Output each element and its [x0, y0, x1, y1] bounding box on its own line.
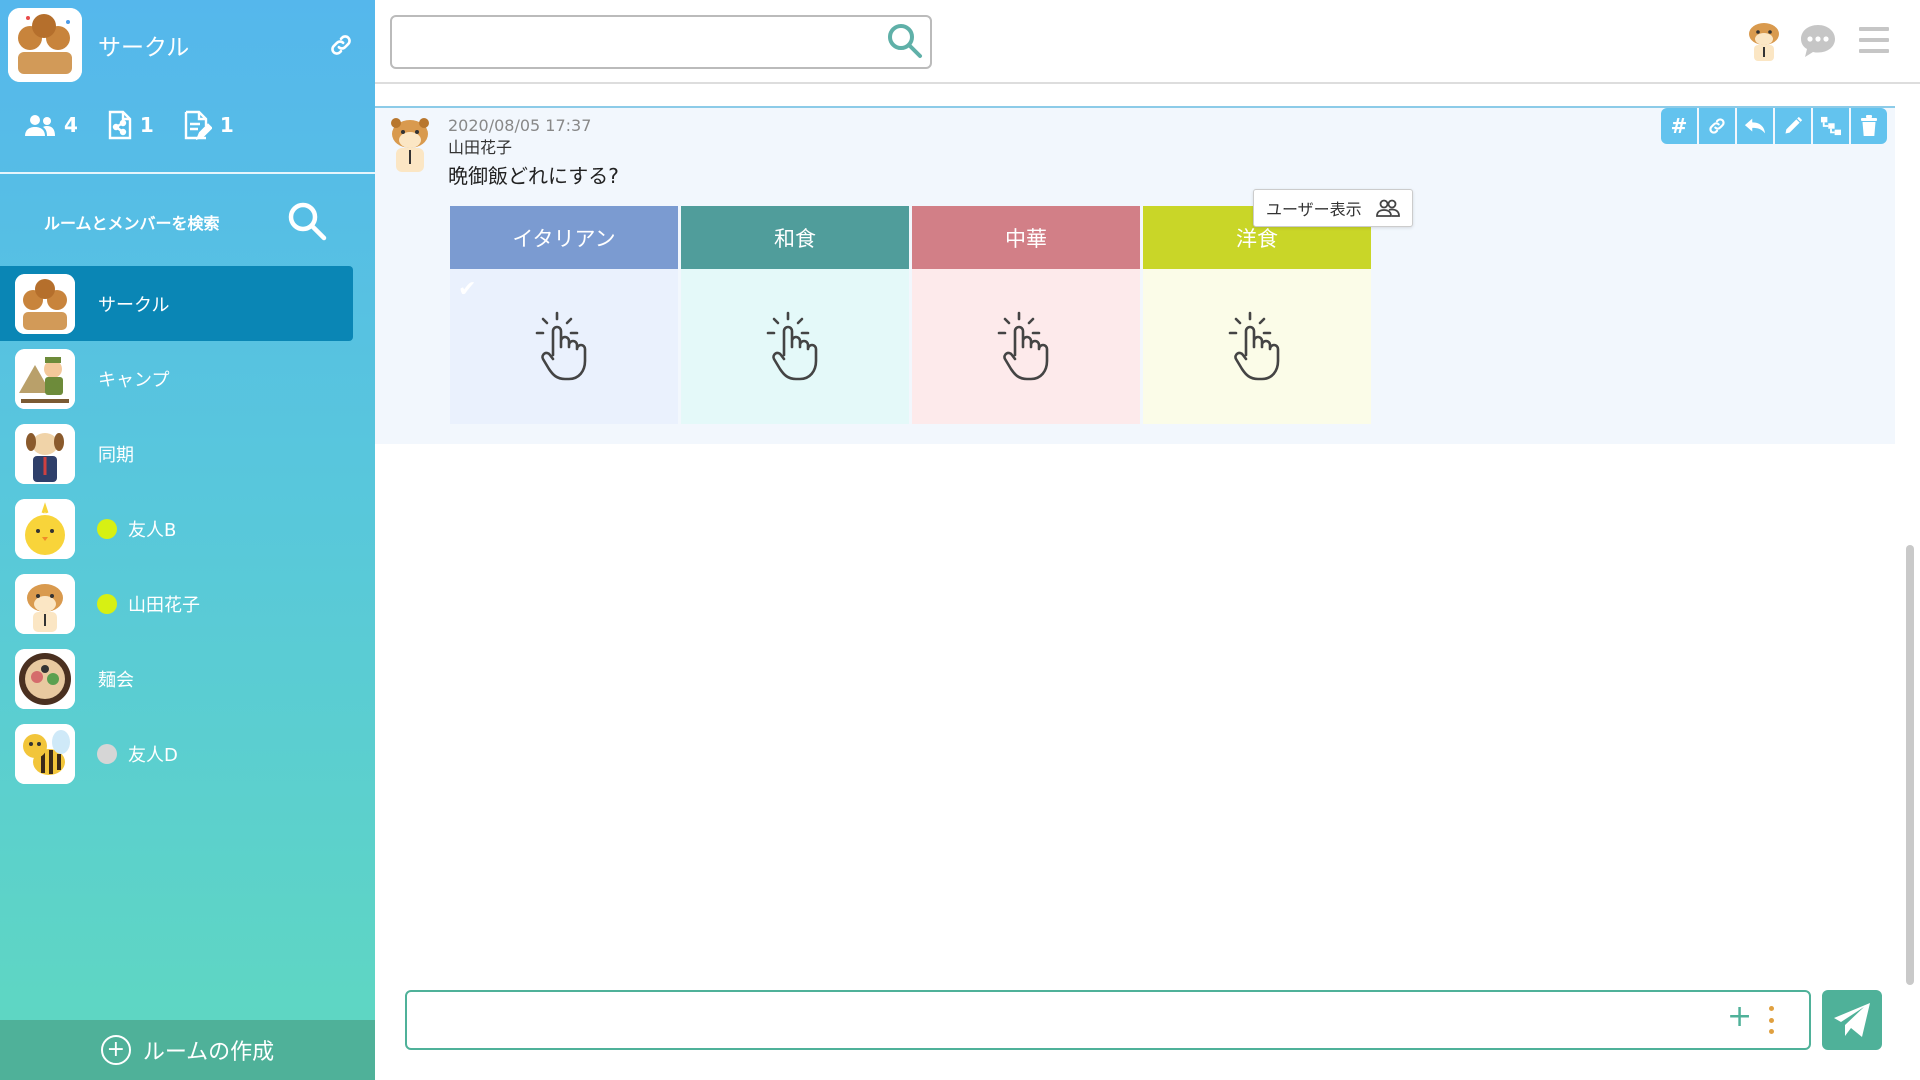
- create-room-button[interactable]: + ルームの作成: [0, 1020, 375, 1080]
- chat-bubble-icon[interactable]: [1799, 22, 1837, 60]
- menu-icon[interactable]: [1859, 26, 1889, 54]
- room-stats: 4 1 1: [24, 110, 234, 140]
- room-list: サークル キャンプ 同期 友人B 山田花子 麺会 友人D: [0, 266, 375, 791]
- check-icon: ✔: [458, 277, 477, 302]
- poll-option-label: イタリアン: [450, 206, 678, 269]
- users-icon: [1375, 199, 1400, 217]
- tap-hand-icon: [1228, 311, 1280, 380]
- room-item-friend-d[interactable]: 友人D: [0, 716, 375, 791]
- show-users-tooltip[interactable]: ユーザー表示: [1253, 189, 1413, 227]
- note-edit-icon: [184, 110, 212, 140]
- message-actions: #: [1661, 108, 1887, 144]
- room-title: サークル: [98, 35, 190, 61]
- create-room-label: ルームの作成: [142, 1040, 275, 1065]
- room-item-circle[interactable]: サークル: [0, 266, 353, 341]
- poll-option-italian[interactable]: イタリアン ✔: [450, 206, 678, 424]
- room-item-friend-b[interactable]: 友人B: [0, 491, 375, 566]
- room-label: 友人D: [128, 744, 178, 766]
- search-input[interactable]: [392, 17, 876, 63]
- status-dot: [97, 518, 117, 539]
- room-label: サークル: [98, 294, 170, 316]
- message-author[interactable]: 山田花子: [448, 134, 512, 158]
- search-label: ルームとメンバーを検索: [44, 214, 220, 233]
- room-label: 山田花子: [128, 594, 200, 616]
- room-item-doki[interactable]: 同期: [0, 416, 375, 491]
- members-stat[interactable]: 4: [24, 113, 78, 137]
- hash-icon[interactable]: #: [1661, 108, 1697, 144]
- message-input[interactable]: [407, 992, 1735, 1044]
- trash-icon[interactable]: [1851, 108, 1887, 144]
- tooltip-label: ユーザー表示: [1266, 200, 1362, 219]
- files-count: 1: [139, 113, 154, 137]
- room-label: キャンプ: [98, 369, 170, 391]
- status-dot: [97, 593, 117, 614]
- thread-icon[interactable]: [1813, 108, 1849, 144]
- poll-option-body[interactable]: [912, 269, 1140, 424]
- poll-option-washoku[interactable]: 和食: [681, 206, 909, 424]
- members-icon: [25, 115, 55, 136]
- dog-avatar: [15, 424, 75, 484]
- room-logo[interactable]: [8, 8, 82, 82]
- status-dot: [97, 743, 117, 764]
- send-button[interactable]: [1822, 990, 1882, 1050]
- sidebar-header: サークル 4 1 1: [0, 0, 375, 174]
- files-stat[interactable]: 1: [108, 110, 154, 140]
- paper-plane-icon: [1834, 1003, 1870, 1037]
- file-share-icon: [108, 110, 132, 140]
- tap-hand-icon: [766, 311, 818, 380]
- camp-avatar: [15, 349, 75, 409]
- notes-stat[interactable]: 1: [184, 110, 234, 140]
- reply-icon[interactable]: [1737, 108, 1773, 144]
- notes-count: 1: [219, 113, 234, 137]
- search-icon[interactable]: [886, 22, 924, 60]
- chick-avatar: [15, 499, 75, 559]
- user-avatar[interactable]: [1742, 18, 1786, 62]
- tap-hand-icon: [535, 311, 587, 380]
- plus-circle-icon: +: [100, 1035, 131, 1065]
- circle-avatar: [15, 274, 75, 334]
- room-label: 麺会: [98, 669, 134, 691]
- link-icon[interactable]: [1699, 108, 1735, 144]
- edit-icon[interactable]: [1775, 108, 1811, 144]
- poll-option-label: 和食: [681, 206, 909, 269]
- message-search[interactable]: [390, 15, 932, 69]
- room-item-menkai[interactable]: 麺会: [0, 641, 375, 716]
- room-label: 友人B: [128, 519, 177, 541]
- bee-avatar: [15, 724, 75, 784]
- poll: イタリアン ✔ 和食 中華 洋食: [450, 206, 1371, 424]
- room-item-camp[interactable]: キャンプ: [0, 341, 375, 416]
- message-item[interactable]: 2020/08/05 17:37 山田花子 晩御飯どれにする? # イタリアン …: [375, 106, 1895, 444]
- top-bar: [375, 0, 1920, 84]
- message-composer[interactable]: +: [405, 990, 1811, 1050]
- link-icon[interactable]: [328, 32, 354, 58]
- room-item-hanako[interactable]: 山田花子: [0, 566, 375, 641]
- more-vertical-icon[interactable]: [1769, 1006, 1775, 1034]
- message-text: 晩御飯どれにする?: [448, 164, 619, 188]
- tap-hand-icon: [997, 311, 1049, 380]
- message-timestamp: 2020/08/05 17:37: [448, 116, 592, 135]
- poll-option-body[interactable]: [1143, 269, 1371, 424]
- search-icon[interactable]: [286, 200, 328, 246]
- poll-option-body[interactable]: [681, 269, 909, 424]
- poll-option-label: 中華: [912, 206, 1140, 269]
- poll-option-yoshoku[interactable]: 洋食: [1143, 206, 1371, 424]
- hamster-avatar: [15, 574, 75, 634]
- sidebar: サークル 4 1 1 ルームとメンバーを検索 サークル キャンプ 同期 友人B …: [0, 0, 375, 1080]
- scrollbar[interactable]: [1906, 545, 1914, 985]
- room-label: 同期: [98, 444, 134, 466]
- plus-icon[interactable]: +: [1727, 1000, 1752, 1034]
- author-avatar[interactable]: [383, 114, 437, 174]
- poll-option-chuka[interactable]: 中華: [912, 206, 1140, 424]
- ramen-avatar: [15, 649, 75, 709]
- poll-option-body[interactable]: ✔: [450, 269, 678, 424]
- members-count: 4: [64, 113, 78, 137]
